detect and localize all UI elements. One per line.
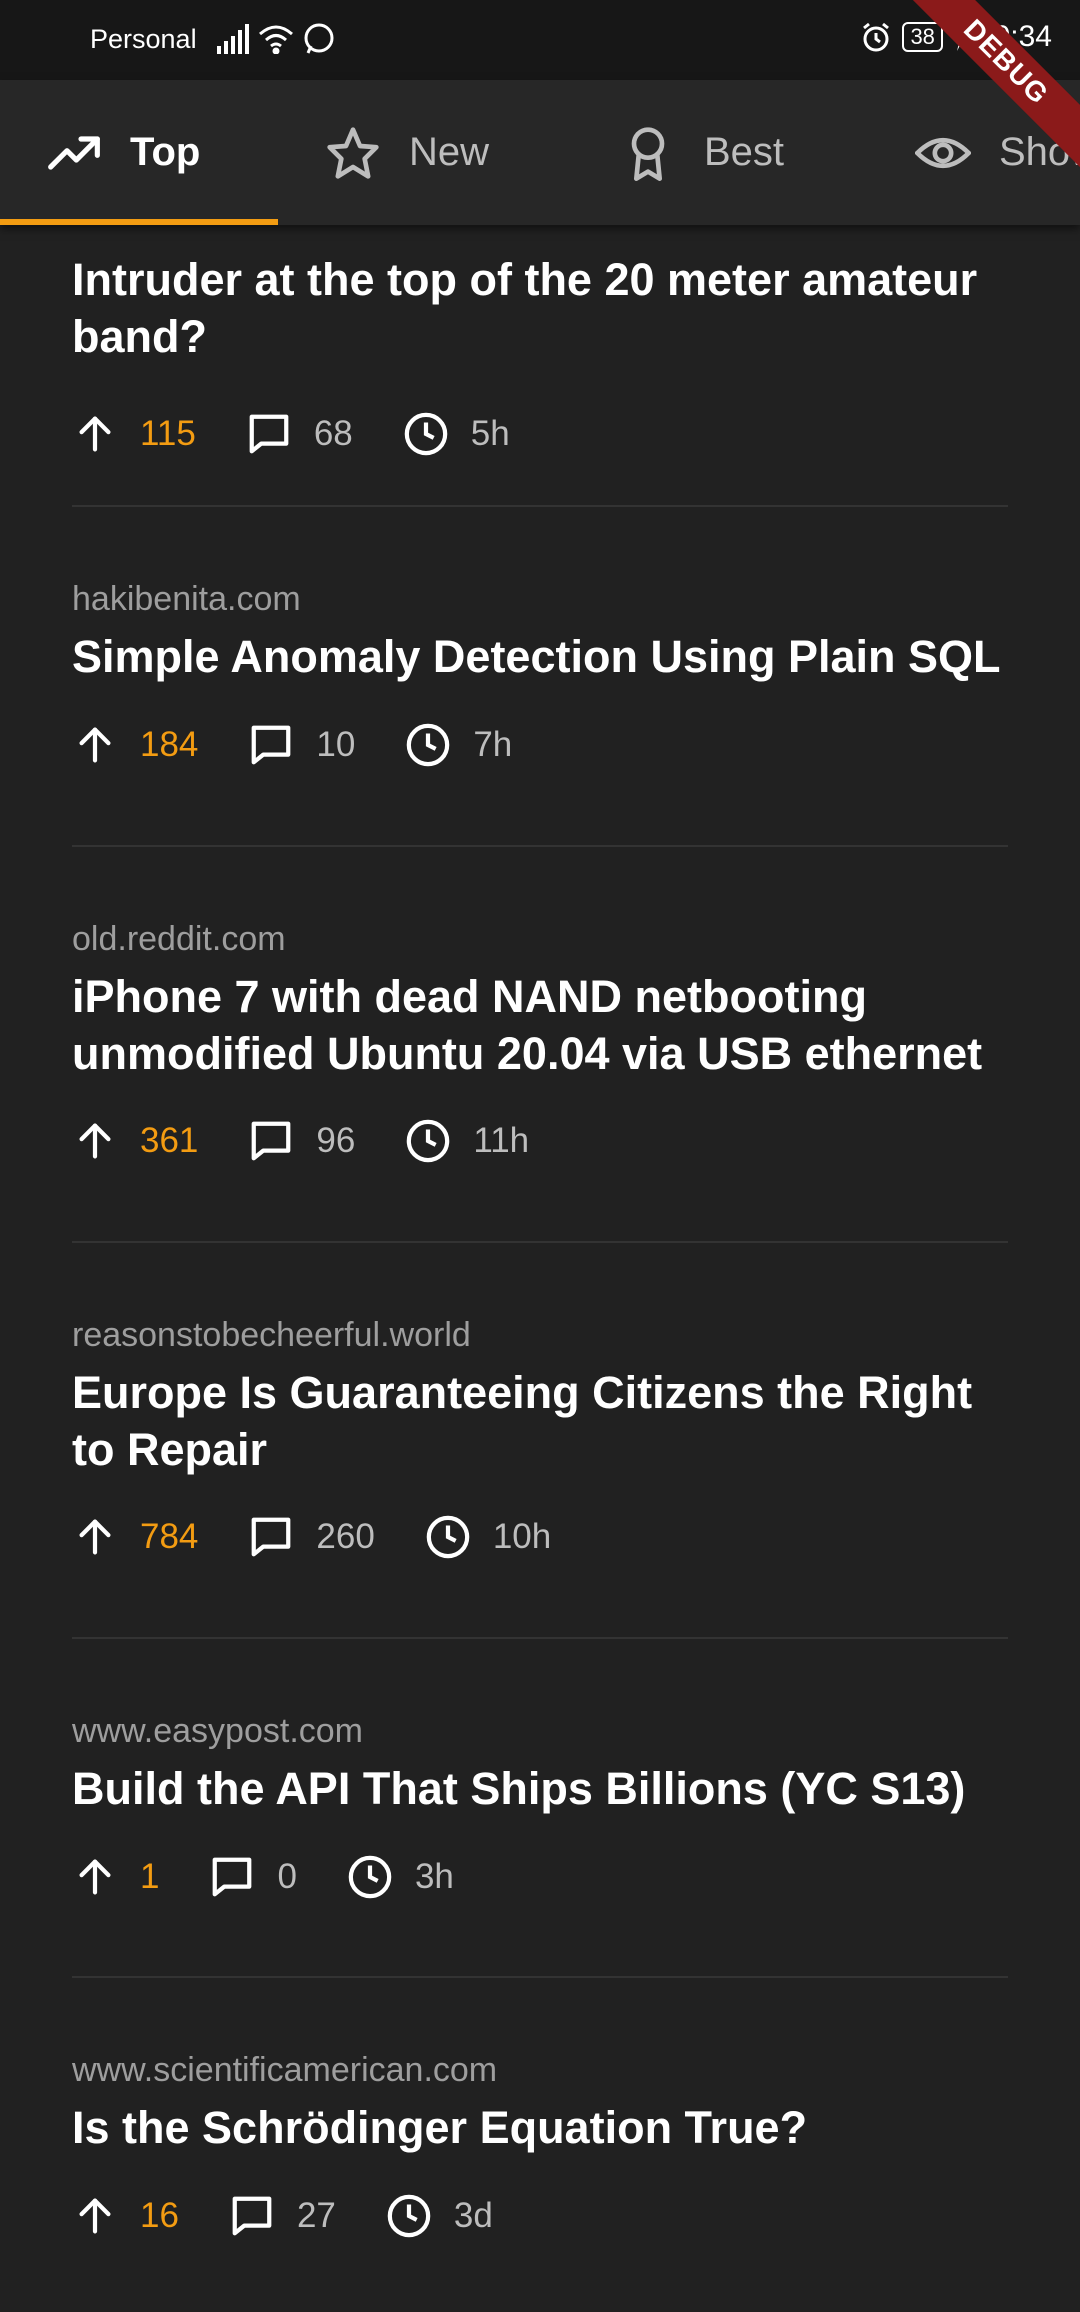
tab-new-label: New — [409, 130, 490, 174]
active-tab-indicator — [0, 219, 278, 225]
comment-icon — [213, 1857, 252, 1897]
alarm-icon — [863, 22, 890, 52]
divider — [72, 1637, 1008, 1639]
story-age: 11h — [473, 1121, 530, 1160]
upvote-icon[interactable] — [72, 411, 118, 457]
clock-icon — [348, 1855, 392, 1899]
comment-icon — [252, 725, 291, 765]
story-meta: 184 10 7h — [72, 722, 512, 768]
story-age: 5h — [470, 414, 510, 453]
tab-best[interactable]: Best — [620, 80, 784, 225]
divider — [72, 505, 1008, 507]
tab-new[interactable]: New — [325, 80, 489, 225]
divider — [72, 1241, 1008, 1243]
story-title[interactable]: Intruder at the top of the 20 meter amat… — [72, 251, 1012, 365]
story-meta: 115 68 5h — [72, 411, 510, 457]
tab-best-label: Best — [704, 130, 785, 174]
signal-icon — [217, 24, 249, 54]
comment-icon — [252, 1517, 291, 1557]
story-title[interactable]: iPhone 7 with dead NAND netbooting unmod… — [72, 968, 1012, 1082]
story-title[interactable]: Simple Anomaly Detection Using Plain SQL — [72, 628, 1012, 685]
story-age: 3d — [453, 2196, 493, 2235]
story-age: 3h — [414, 1857, 454, 1896]
comment-icon — [249, 414, 289, 454]
divider — [72, 845, 1008, 847]
carrier-label: Personal — [90, 24, 197, 54]
clock-icon — [407, 1119, 450, 1163]
story-age: 10h — [492, 1517, 552, 1556]
star-icon — [327, 126, 379, 179]
story-title[interactable]: Build the API That Ships Billions (YC S1… — [72, 1760, 1012, 1817]
story-score: 115 — [140, 414, 196, 453]
tab-bar: Top New Best Show — [0, 80, 1080, 225]
award-icon — [631, 126, 665, 181]
story-domain: www.easypost.com — [72, 1712, 363, 1750]
story-score: 361 — [140, 1121, 199, 1160]
story-title[interactable]: Europe Is Guaranteeing Citizens the Righ… — [72, 1364, 1012, 1478]
comment-icon — [252, 1121, 291, 1161]
upvote-icon[interactable] — [72, 1854, 118, 1900]
tab-top-label: Top — [130, 130, 201, 174]
upvote-icon[interactable] — [72, 2193, 118, 2239]
story-score: 784 — [140, 1517, 199, 1556]
whatsapp-icon — [304, 23, 334, 54]
story-score: 16 — [140, 2196, 179, 2235]
story-meta: 361 96 11h — [72, 1118, 529, 1164]
clock-icon — [426, 1515, 470, 1559]
tab-top[interactable]: Top — [46, 80, 200, 225]
story-domain: www.scientificamerican.com — [72, 2051, 498, 2089]
upvote-icon[interactable] — [72, 1514, 118, 1560]
eye-icon — [915, 137, 971, 168]
story-domain: old.reddit.com — [72, 920, 286, 958]
story-comments[interactable]: 0 — [277, 1857, 296, 1897]
story-title[interactable]: Is the Schrödinger Equation True? — [72, 2099, 1012, 2156]
story-domain: hakibenita.com — [72, 580, 301, 618]
clock-icon — [407, 723, 450, 767]
clock-icon — [387, 2194, 431, 2238]
status-bar: Personal 38 20:34 — [0, 0, 1080, 80]
story-score: 184 — [140, 725, 199, 764]
clock-icon — [404, 412, 448, 456]
story-comments[interactable]: 260 — [316, 1517, 374, 1557]
trending-up-icon — [48, 135, 100, 170]
story-meta: 784 260 10h — [72, 1514, 551, 1560]
story-meta: 1 0 3h — [72, 1854, 454, 1900]
story-meta: 16 27 3d — [72, 2193, 493, 2239]
upvote-icon[interactable] — [72, 722, 118, 768]
story-score: 1 — [140, 1857, 160, 1896]
wifi-icon — [259, 25, 293, 54]
comment-icon — [232, 2196, 272, 2236]
battery-indicator: 38 — [902, 22, 943, 52]
upvote-icon[interactable] — [72, 1118, 118, 1164]
divider — [72, 1976, 1008, 1978]
story-comments[interactable]: 96 — [316, 1121, 355, 1161]
story-domain: reasonstobecheerful.world — [72, 1316, 471, 1354]
story-age: 7h — [473, 725, 513, 764]
story-comments[interactable]: 10 — [316, 725, 355, 765]
story-comments[interactable]: 68 — [314, 414, 353, 454]
story-comments[interactable]: 27 — [297, 2196, 336, 2236]
